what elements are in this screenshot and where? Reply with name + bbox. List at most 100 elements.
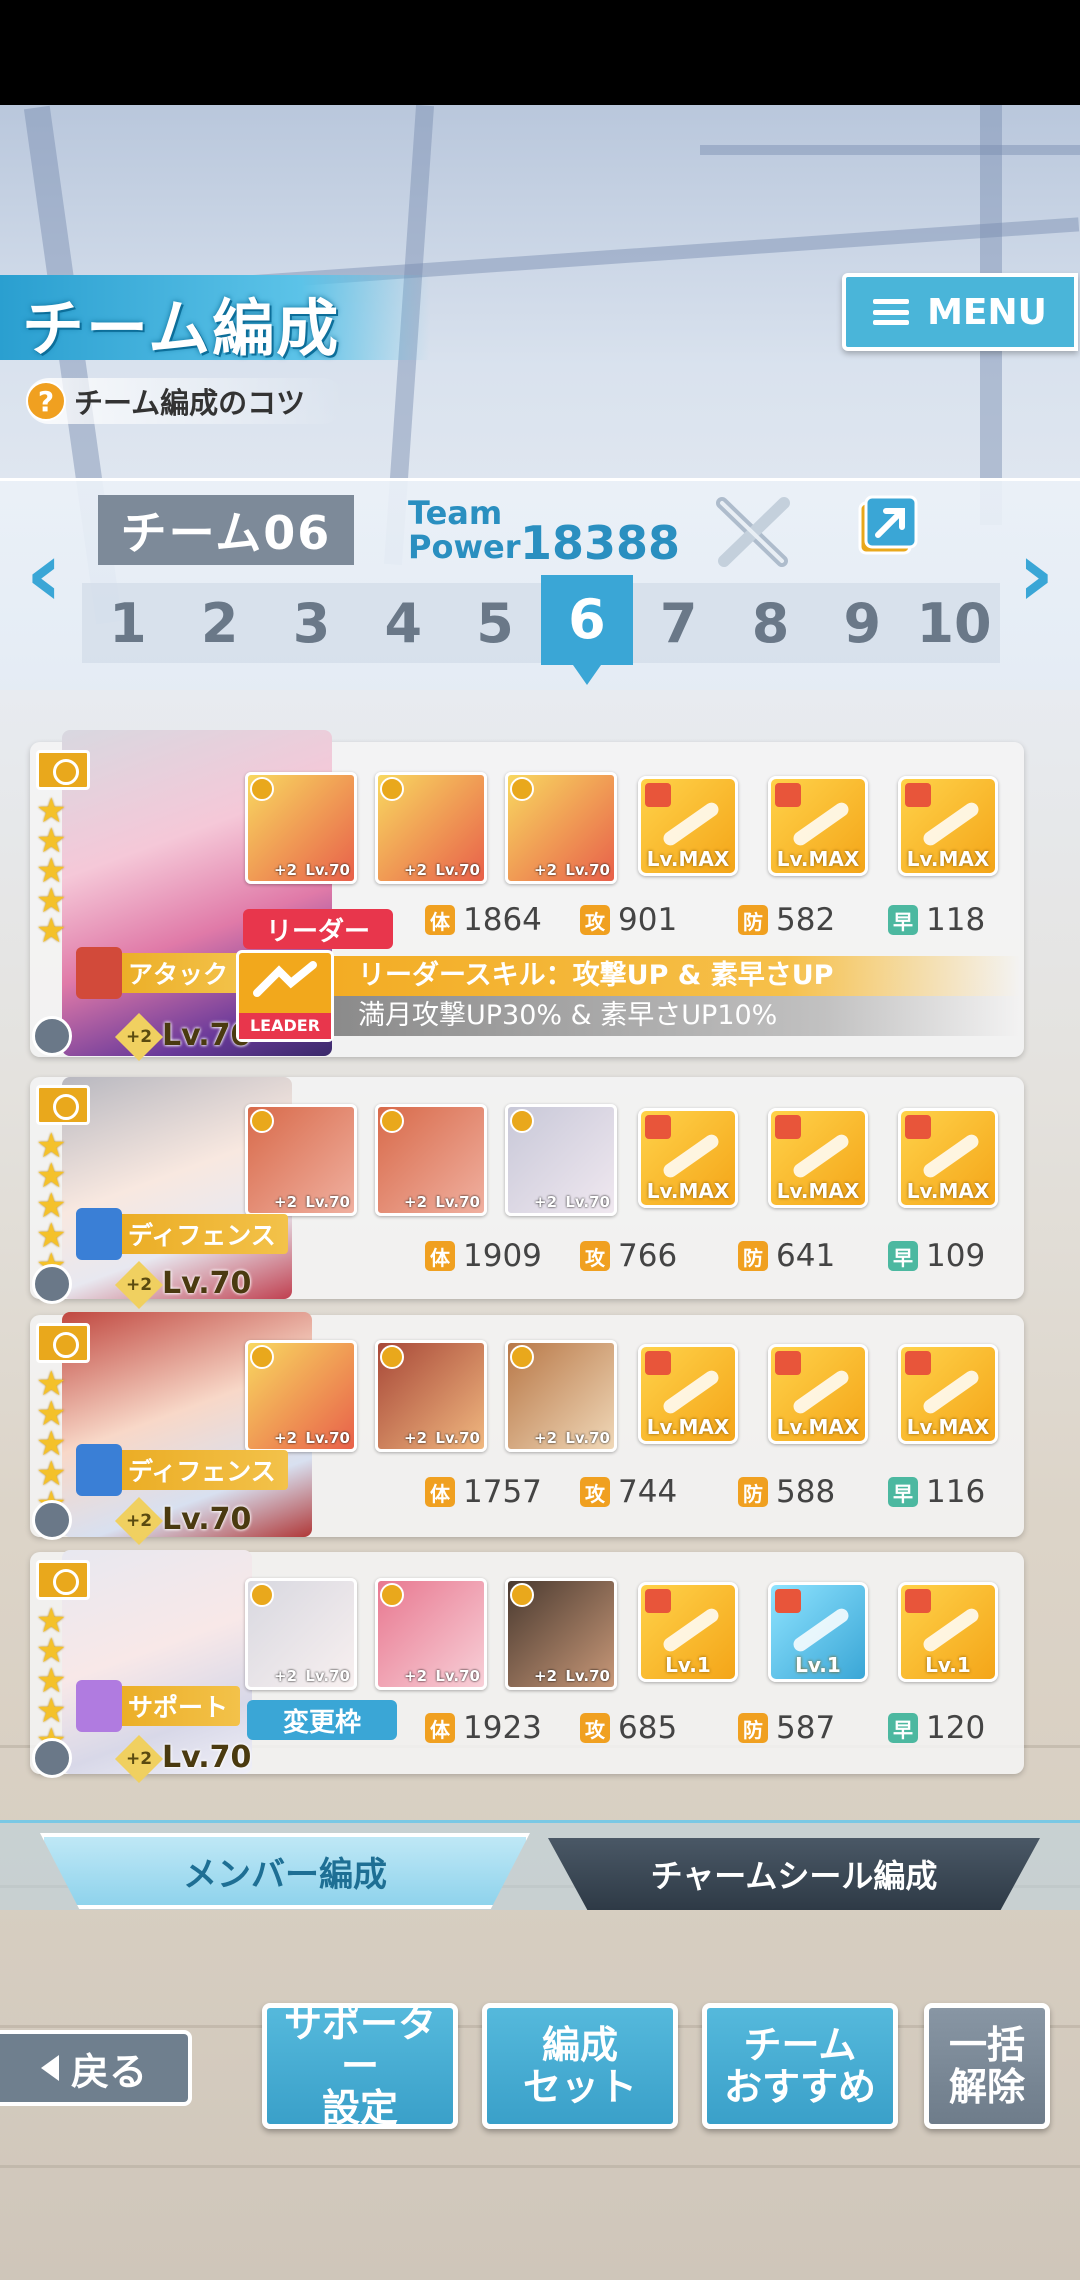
team-name[interactable]: チーム06	[98, 495, 354, 565]
card-medal-icon	[380, 1345, 404, 1369]
card-medal-icon	[380, 1109, 404, 1133]
card-level-label: Lv.70	[565, 1429, 610, 1447]
seal-level-label: Lv.MAX	[776, 847, 860, 871]
menu-label: MENU	[927, 291, 1047, 333]
card-medal-icon	[510, 777, 534, 801]
tab-charm-seal-formation[interactable]: チャームシール編成	[548, 1838, 1040, 1910]
card-level-label: Lv.70	[305, 1667, 350, 1685]
team-page-7[interactable]: 7	[633, 592, 725, 655]
stat-atk-icon: 攻	[580, 1241, 610, 1271]
stat-def-icon: 防	[738, 1241, 768, 1271]
stat-spd-icon: 早	[888, 1241, 918, 1271]
charm-seal[interactable]: Lv.1	[638, 1582, 738, 1682]
card-level-label: Lv.70	[305, 1193, 350, 1211]
team-page-10[interactable]: 10	[908, 592, 1000, 655]
stat-spd: 早 118	[888, 902, 985, 938]
seal-art	[660, 1131, 722, 1181]
support-card[interactable]: +2 Lv.70	[505, 772, 617, 884]
crossed-swords-icon[interactable]	[712, 495, 794, 570]
tips-label: チーム編成のコツ	[74, 386, 306, 420]
card-medal-icon	[380, 1583, 404, 1607]
stat-def: 防 588	[738, 1474, 835, 1510]
weapon-icon	[32, 1738, 72, 1778]
team-page-8[interactable]: 8	[725, 592, 817, 655]
card-medal-icon	[380, 777, 404, 801]
card-medal-icon	[510, 1109, 534, 1133]
team-page-5[interactable]: 5	[449, 592, 541, 655]
stat-hp-icon: 体	[425, 905, 455, 935]
role-label: サポート	[128, 1693, 229, 1722]
stat-hp-icon: 体	[425, 1241, 455, 1271]
card-medal-icon	[250, 1109, 274, 1133]
team-page-2[interactable]: 2	[174, 592, 266, 655]
stat-hp-value: 1909	[463, 1238, 542, 1274]
charm-seal[interactable]: Lv.MAX	[638, 1108, 738, 1208]
stat-def-value: 588	[776, 1474, 836, 1510]
card-plus-label: +2	[534, 1429, 558, 1447]
formation-set-button[interactable]: 編成 セット	[482, 2003, 678, 2129]
team-page-6[interactable]: 6	[540, 575, 633, 685]
stat-hp: 体 1757	[425, 1474, 542, 1510]
charm-seal[interactable]: Lv.MAX	[768, 1344, 868, 1444]
support-card[interactable]: +2 Lv.70	[375, 1340, 487, 1452]
back-button[interactable]: 戻る	[0, 2030, 192, 2106]
stat-atk: 攻 685	[580, 1710, 677, 1746]
charm-seal[interactable]: Lv.MAX	[898, 776, 998, 876]
support-card[interactable]: +2 Lv.70	[245, 772, 357, 884]
stat-atk: 攻 766	[580, 1238, 677, 1274]
stat-hp-value: 1864	[463, 902, 542, 938]
team-page-1[interactable]: 1	[82, 592, 174, 655]
support-card[interactable]: +2 Lv.70	[375, 772, 487, 884]
seal-type-icon	[775, 1589, 801, 1613]
card-medal-icon	[250, 777, 274, 801]
charm-seal[interactable]: Lv.MAX	[768, 1108, 868, 1208]
support-card[interactable]: +2 Lv.70	[245, 1340, 357, 1452]
share-icon[interactable]	[856, 495, 918, 561]
team-tips-link[interactable]: ? チーム編成のコツ	[26, 378, 346, 424]
support-card[interactable]: +2 Lv.70	[375, 1578, 487, 1690]
support-card[interactable]: +2 Lv.70	[505, 1578, 617, 1690]
team-recommend-button[interactable]: チーム おすすめ	[702, 2003, 898, 2129]
charm-seal[interactable]: Lv.MAX	[638, 1344, 738, 1444]
charm-seal[interactable]: Lv.1	[898, 1582, 998, 1682]
charm-seal[interactable]: Lv.1	[768, 1582, 868, 1682]
support-card[interactable]: +2 Lv.70	[245, 1578, 357, 1690]
stat-def-value: 582	[776, 902, 836, 938]
charm-seal[interactable]: Lv.MAX	[898, 1108, 998, 1208]
support-card[interactable]: +2 Lv.70	[245, 1104, 357, 1216]
stat-spd-value: 116	[926, 1474, 986, 1510]
stat-def-value: 587	[776, 1710, 836, 1746]
charm-seal[interactable]: Lv.MAX	[638, 776, 738, 876]
card-level-label: Lv.70	[565, 1667, 610, 1685]
card-level-label: Lv.70	[435, 1429, 480, 1447]
team-page-4[interactable]: 4	[357, 592, 449, 655]
card-plus-label: +2	[534, 1667, 558, 1685]
next-team-arrow[interactable]: ›	[1006, 530, 1066, 620]
tab-member-formation[interactable]: メンバー編成	[40, 1833, 530, 1909]
card-plus-label: +2	[404, 861, 428, 879]
charm-seal[interactable]: Lv.MAX	[898, 1344, 998, 1444]
team-page-3[interactable]: 3	[266, 592, 358, 655]
support-card[interactable]: +2 Lv.70	[375, 1104, 487, 1216]
team-power-label: Team Power	[408, 496, 520, 564]
supporter-settings-button[interactable]: サポーター 設定	[262, 2003, 458, 2129]
prev-team-arrow[interactable]: ‹	[14, 530, 74, 620]
seal-art	[790, 1131, 852, 1181]
card-medal-icon	[250, 1583, 274, 1607]
stat-spd: 早 120	[888, 1710, 985, 1746]
charm-seal[interactable]: Lv.MAX	[768, 776, 868, 876]
clear-all-button[interactable]: 一括 解除	[924, 2003, 1050, 2129]
stat-def: 防 641	[738, 1238, 835, 1274]
card-plus-label: +2	[404, 1667, 428, 1685]
card-medal-icon	[510, 1583, 534, 1607]
change-slot-badge[interactable]: 変更枠	[247, 1700, 397, 1740]
role-shield-icon	[76, 1208, 122, 1260]
team-page-9[interactable]: 9	[816, 592, 908, 655]
seal-type-icon	[645, 1589, 671, 1613]
seal-level-label: Lv.MAX	[906, 1179, 990, 1203]
menu-button[interactable]: MENU	[842, 273, 1078, 351]
rank-medal-icon	[36, 1560, 90, 1600]
support-card[interactable]: +2 Lv.70	[505, 1340, 617, 1452]
support-card[interactable]: +2 Lv.70	[505, 1104, 617, 1216]
stat-spd: 早 109	[888, 1238, 985, 1274]
